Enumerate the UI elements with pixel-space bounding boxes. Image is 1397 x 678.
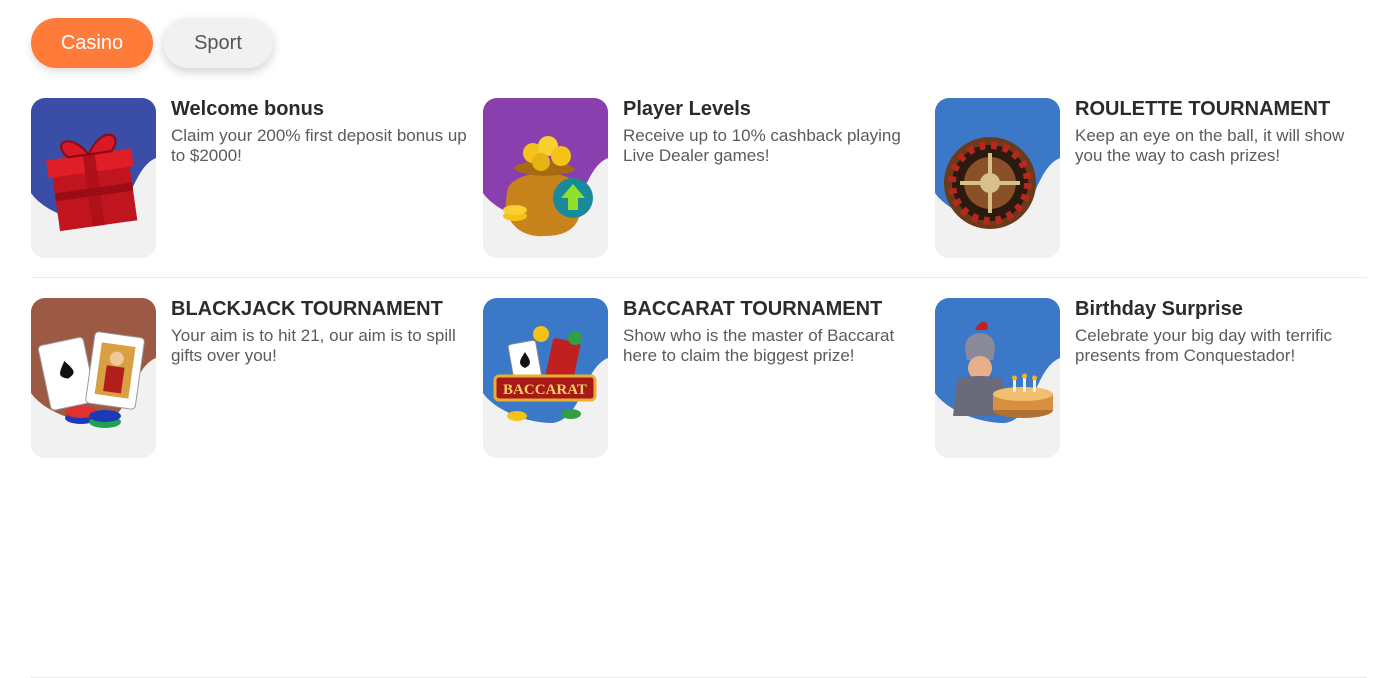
promo-thumbnail: [935, 298, 1060, 458]
promo-row: BLACKJACK TOURNAMENT Your aim is to hit …: [31, 298, 1367, 678]
promo-card-blackjack-tournament[interactable]: BLACKJACK TOURNAMENT Your aim is to hit …: [31, 298, 471, 458]
promo-description: Receive up to 10% cashback playing Live …: [623, 126, 901, 165]
promo-thumbnail: [31, 298, 156, 458]
promo-title: Player Levels: [623, 98, 751, 120]
promo-card-birthday-surprise[interactable]: Birthday Surprise Celebrate your big day…: [935, 298, 1375, 458]
promo-thumbnail: [483, 98, 608, 258]
promo-thumbnail: [31, 98, 156, 258]
promo-card-roulette-tournament[interactable]: ROULETTE TOURNAMENT Keep an eye on the b…: [935, 98, 1375, 258]
promo-title: ROULETTE TOURNAMENT: [1075, 98, 1331, 120]
promo-card-player-levels[interactable]: Player Levels Receive up to 10% cashback…: [483, 98, 923, 258]
promotions-grid: Welcome bonus Claim your 200% first depo…: [31, 98, 1367, 678]
promo-card-welcome-bonus[interactable]: Welcome bonus Claim your 200% first depo…: [31, 98, 471, 258]
promo-title: BACCARAT TOURNAMENT: [623, 298, 883, 320]
promo-description: Your aim is to hit 21, our aim is to spi…: [171, 326, 456, 365]
gold-bag-icon: [503, 136, 593, 237]
row-divider: [31, 277, 1367, 278]
promo-card-baccarat-tournament[interactable]: BACCARAT BACCARAT TOURNAMENT Show who is…: [483, 298, 923, 458]
svg-text:BACCARAT: BACCARAT: [503, 382, 587, 398]
playing-cards-icon: [37, 331, 145, 428]
promo-thumbnail: BACCARAT: [483, 298, 608, 458]
promo-description: Claim your 200% first deposit bonus up t…: [171, 126, 467, 165]
promo-title: BLACKJACK TOURNAMENT: [171, 298, 443, 320]
roulette-wheel-icon: [944, 137, 1036, 229]
promo-description: Show who is the master of Baccarat here …: [623, 326, 895, 365]
promo-row: Welcome bonus Claim your 200% first depo…: [31, 98, 1367, 298]
category-tabs: Casino Sport: [31, 18, 273, 68]
tab-sport[interactable]: Sport: [163, 18, 273, 68]
promo-description: Keep an eye on the ball, it will show yo…: [1075, 126, 1345, 165]
promo-title: Birthday Surprise: [1075, 298, 1243, 320]
promo-title: Welcome bonus: [171, 98, 324, 120]
gift-box-icon: [46, 133, 138, 232]
tab-casino[interactable]: Casino: [31, 18, 153, 68]
promo-thumbnail: [935, 98, 1060, 258]
promo-description: Celebrate your big day with terrific pre…: [1075, 326, 1333, 365]
birthday-cake-icon: [953, 321, 1053, 418]
baccarat-logo-icon: BACCARAT: [493, 326, 597, 421]
